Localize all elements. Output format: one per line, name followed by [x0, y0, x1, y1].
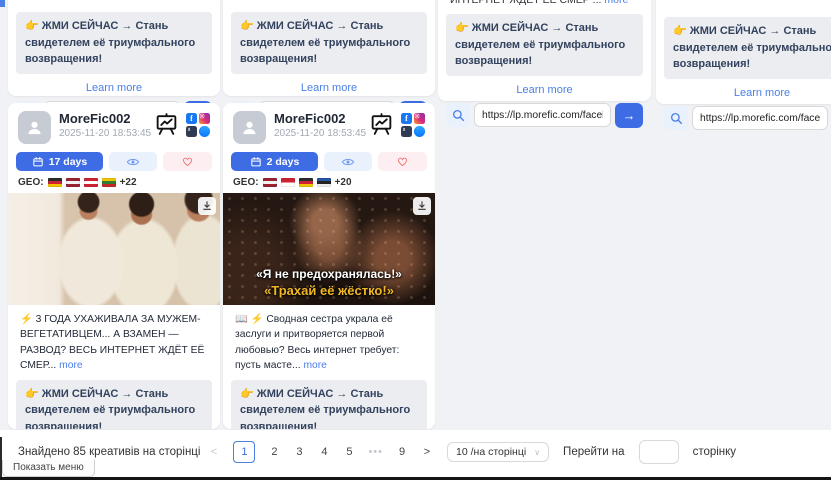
- days-active-button[interactable]: 17 days: [16, 152, 103, 171]
- creative-card-2: MoreFic002 2025-11-20 18:53:45 f 2 days …: [223, 103, 435, 429]
- creative-datetime: 2025-11-20 18:53:45: [274, 128, 369, 139]
- chevron-down-icon: ∨: [534, 448, 540, 457]
- messenger-icon: [199, 126, 210, 137]
- creative-datetime: 2025-11-20 18:53:45: [59, 128, 154, 139]
- advertiser-name: MoreFic002: [59, 111, 154, 127]
- creative-card-partial-1: 👉 ЖМИ СЕЙЧАС → Стань свидетелем её триум…: [8, 0, 220, 96]
- country-flag: [263, 178, 277, 187]
- landing-url-input[interactable]: [692, 106, 828, 130]
- search-icon[interactable]: [664, 106, 688, 130]
- views-button[interactable]: [109, 152, 158, 171]
- instagram-icon: [199, 113, 210, 124]
- cta-headline: 👉 ЖМИ СЕЙЧАС → Стань свидетелем её триум…: [16, 12, 212, 74]
- learn-more-link[interactable]: Learn more: [223, 82, 435, 94]
- instagram-icon: [414, 113, 425, 124]
- geo-label: GEO:: [233, 177, 259, 188]
- page-item[interactable]: 5: [343, 446, 355, 458]
- creative-description: ⚡ 3 ГОДА УХАЖИВАЛА ЗА МУЖЕМ-ВЕГЕТАТИВЦЕМ…: [20, 314, 204, 371]
- truncated-description: ИНТЕРНЕТ ЖДЁТ ЕЁ СМЕР ...: [450, 0, 604, 6]
- facebook-icon: f: [186, 113, 197, 124]
- calendar-icon: [32, 156, 44, 168]
- more-link[interactable]: more: [303, 360, 326, 371]
- cta-headline: 👉 ЖМИ СЕЙЧАС → Стань свидетелем её триум…: [446, 14, 643, 76]
- cta-headline: 👉 ЖМИ СЕЙЧАС → Стань свидетелем её триум…: [231, 12, 427, 74]
- page-item: <: [208, 446, 220, 458]
- goto-label: Перейти на: [563, 446, 625, 458]
- landing-url-input[interactable]: [474, 103, 611, 127]
- show-menu-button[interactable]: Показать меню: [2, 460, 95, 477]
- board-chart-icon[interactable]: [369, 112, 394, 137]
- cta-headline: 👉 ЖМИ СЕЙЧАС → Стань свидетелем её триум…: [664, 17, 831, 79]
- wedding-scene-illustration: [8, 193, 220, 305]
- pagination-pages: <1 2 3 4 5 ••• 9 >: [208, 441, 433, 463]
- geo-extra-count[interactable]: +22: [120, 177, 137, 188]
- results-summary: Знайдено 85 креативів на сторінці: [18, 446, 200, 458]
- pagination-bar: Знайдено 85 креативів на сторінці <1 2 3 4 5…: [0, 430, 831, 477]
- facebook-icon: f: [401, 113, 412, 124]
- days-active-button[interactable]: 2 days: [231, 152, 318, 171]
- country-flag: [66, 178, 80, 187]
- goto-page-input[interactable]: [639, 440, 679, 464]
- country-flag: [299, 178, 313, 187]
- country-flag: [84, 178, 98, 187]
- advertiser-avatar: [233, 111, 266, 144]
- arrow-right-icon: →: [623, 109, 636, 122]
- favorite-button[interactable]: [163, 152, 212, 171]
- cta-headline: 👉 ЖМИ СЕЙЧАС → Стань свидетелем её триум…: [16, 380, 212, 429]
- goto-suffix-label: сторінку: [693, 446, 737, 458]
- page-current[interactable]: 1: [233, 441, 255, 463]
- eye-icon: [341, 155, 355, 169]
- geo-label: GEO:: [18, 177, 44, 188]
- search-icon[interactable]: [446, 103, 470, 127]
- eye-icon: [126, 155, 140, 169]
- learn-more-link[interactable]: Learn more: [438, 84, 651, 96]
- download-image-button[interactable]: [198, 197, 216, 215]
- creative-image-dark[interactable]: «Я не предохранялась!» «Трахай её жёстко…: [223, 193, 435, 305]
- heart-icon: [396, 155, 409, 168]
- favorite-button[interactable]: [378, 152, 427, 171]
- page-item[interactable]: >: [421, 446, 433, 458]
- page-item[interactable]: 4: [318, 446, 330, 458]
- open-url-button[interactable]: →: [615, 103, 643, 128]
- creative-card-1: MoreFic002 2025-11-20 18:53:45 f 17 days…: [8, 103, 220, 429]
- page-item[interactable]: 2: [268, 446, 280, 458]
- calendar-icon: [250, 156, 262, 168]
- geo-flags: [48, 178, 116, 187]
- more-link[interactable]: more: [604, 0, 628, 6]
- image-caption-white: «Я не предохранялась!»: [223, 267, 435, 281]
- creative-card-partial-2: 👉 ЖМИ СЕЙЧАС → Стань свидетелем её триум…: [223, 0, 435, 96]
- rainy-glass-illustration: «Я не предохранялась!» «Трахай её жёстко…: [223, 193, 435, 305]
- heart-icon: [181, 155, 194, 168]
- geo-flags: [263, 178, 331, 187]
- board-chart-icon[interactable]: [154, 112, 179, 137]
- cta-headline: 👉 ЖМИ СЕЙЧАС → Стань свидетелем её триум…: [231, 380, 427, 429]
- page-size-select[interactable]: 10 /на сторінці ∨: [447, 442, 549, 462]
- image-caption-yellow: «Трахай её жёстко!»: [223, 283, 435, 298]
- views-button[interactable]: [324, 152, 373, 171]
- advertiser-name: MoreFic002: [274, 111, 369, 127]
- page-item[interactable]: 3: [293, 446, 305, 458]
- geo-extra-count[interactable]: +20: [335, 177, 352, 188]
- creative-image-wedding[interactable]: [8, 193, 220, 305]
- page-item[interactable]: 9: [396, 446, 408, 458]
- audience-network-icon: [401, 126, 412, 137]
- download-image-button[interactable]: [413, 197, 431, 215]
- advertiser-avatar: [18, 111, 51, 144]
- more-link[interactable]: more: [59, 360, 82, 371]
- creative-card-partial-3: ИНТЕРНЕТ ЖДЁТ ЕЁ СМЕР ... more 👉 ЖМИ СЕЙ…: [438, 0, 651, 101]
- country-flag: [317, 178, 331, 187]
- learn-more-link[interactable]: Learn more: [8, 82, 220, 94]
- scroll-remnant: [0, 0, 5, 7]
- learn-more-link[interactable]: Learn more: [656, 87, 831, 99]
- country-flag: [281, 178, 295, 187]
- country-flag: [102, 178, 116, 187]
- audience-network-icon: [186, 126, 197, 137]
- country-flag: [48, 178, 62, 187]
- messenger-icon: [414, 126, 425, 137]
- creative-card-partial-4: 👉 ЖМИ СЕЙЧАС → Стань свидетелем её триум…: [656, 0, 831, 104]
- page-item: •••: [368, 446, 383, 458]
